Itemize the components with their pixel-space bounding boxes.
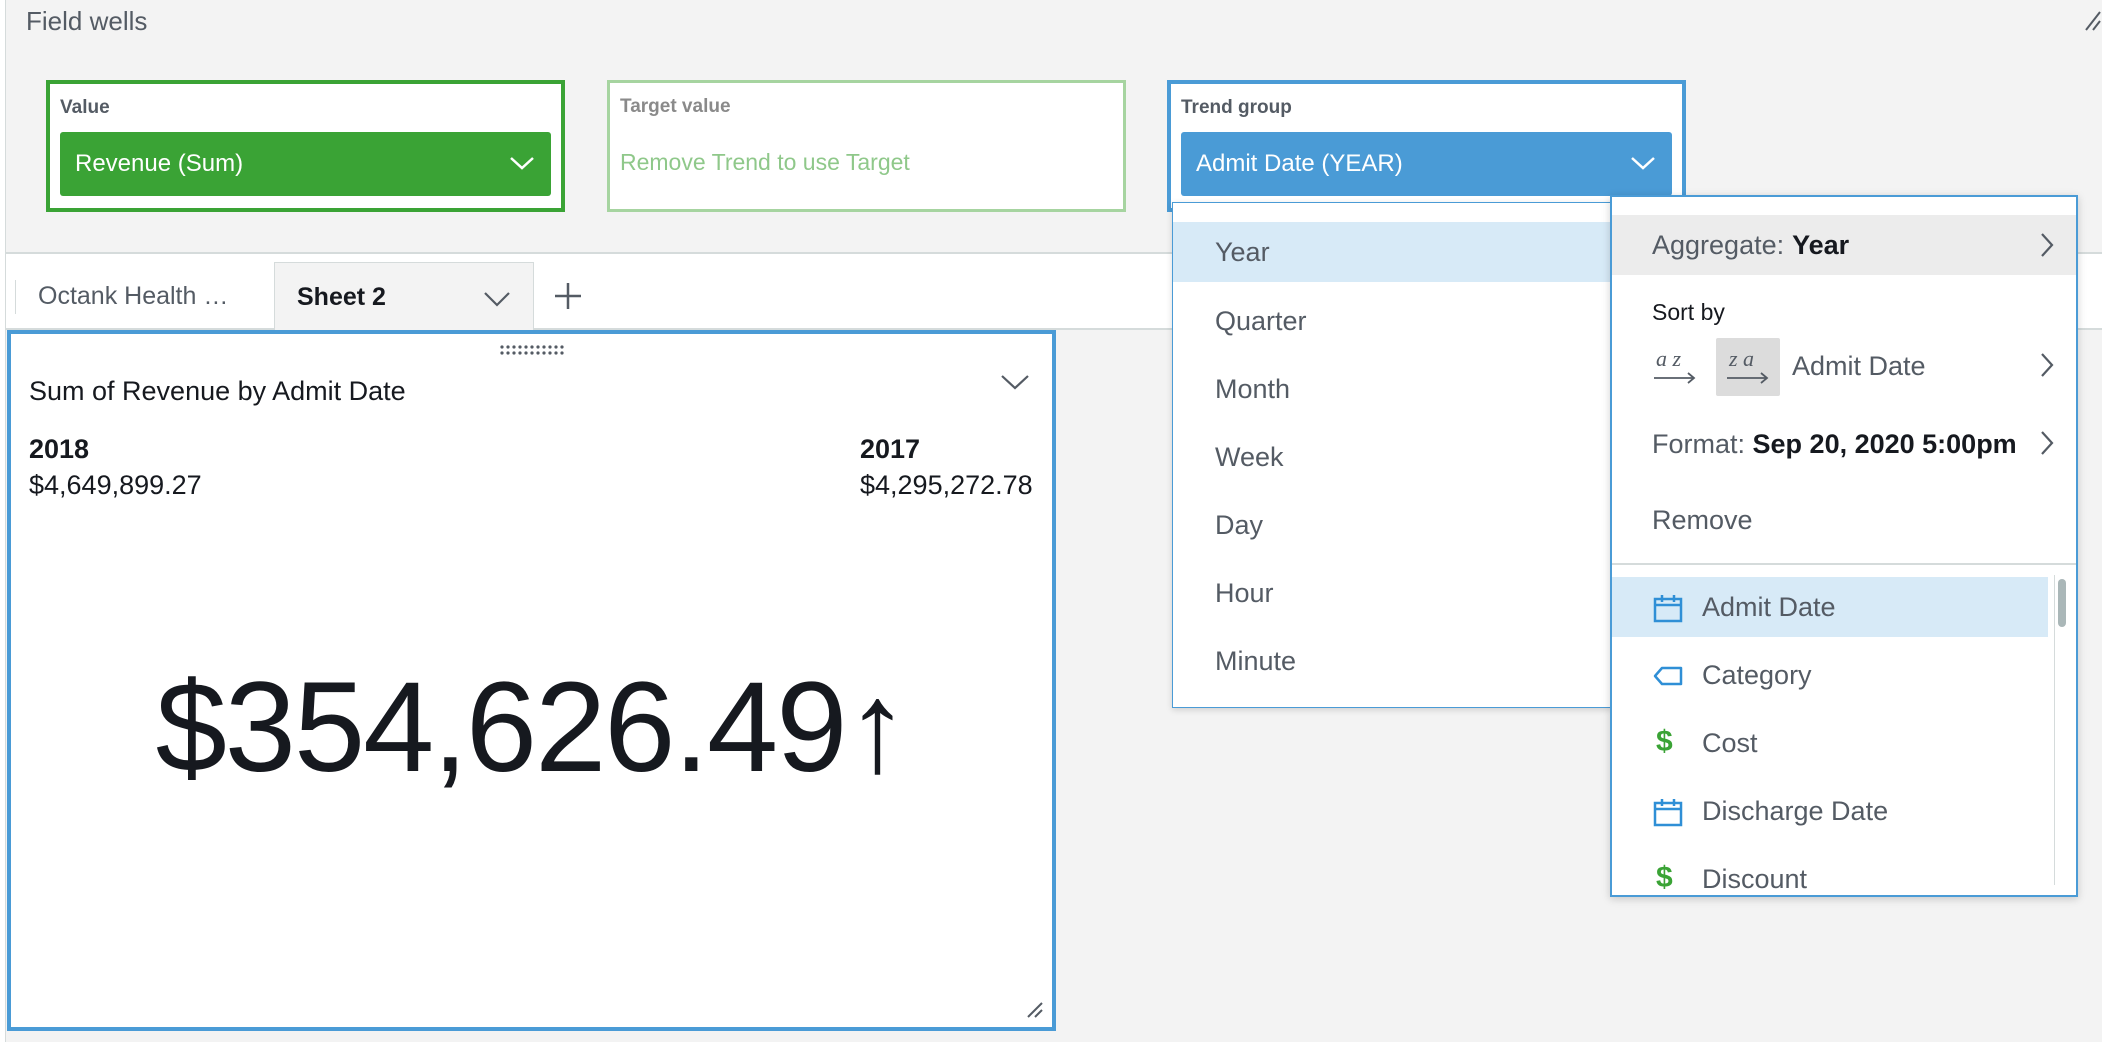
value-well-label: Value <box>60 97 110 118</box>
tab-sheet-2-label: Sheet 2 <box>297 283 386 311</box>
sort-descending-button[interactable]: z a <box>1716 338 1780 396</box>
field-name: Admit Date <box>1702 591 1836 622</box>
field-name: Discount <box>1702 863 1808 894</box>
target-value-well: Target value Remove Trend to use Target <box>607 80 1126 212</box>
chevron-right-icon <box>2041 233 2054 257</box>
format-value: Sep 20, 2020 5:00pm <box>1752 429 2017 459</box>
field-list-scrollbar[interactable] <box>2054 575 2068 885</box>
field-item-discount[interactable]: $ Discount <box>1612 849 2048 893</box>
granularity-option-minute[interactable]: Minute <box>1173 631 1613 691</box>
previous-period-year: 2017 <box>860 434 921 464</box>
add-sheet-icon[interactable] <box>552 280 584 312</box>
tab-octank-health[interactable]: Octank Health … <box>38 282 228 311</box>
target-well-label: Target value <box>620 96 731 117</box>
tag-icon <box>1653 666 1683 686</box>
tab-sheet-2[interactable]: Sheet 2 <box>274 262 534 330</box>
value-field-label: Revenue (Sum) <box>75 150 244 177</box>
dollar-icon: $ <box>1656 725 1673 758</box>
field-list: Admit Date Category $ Cost Discharge Dat… <box>1612 565 2076 893</box>
field-item-discharge-date[interactable]: Discharge Date <box>1612 781 2048 841</box>
visual-title: Sum of Revenue by Admit Date <box>29 376 406 406</box>
chevron-down-icon[interactable] <box>483 290 511 308</box>
field-item-admit-date[interactable]: Admit Date <box>1612 577 2048 637</box>
field-item-cost[interactable]: $ Cost <box>1612 713 2048 773</box>
dollar-icon: $ <box>1656 861 1673 893</box>
chevron-down-icon[interactable] <box>509 154 535 172</box>
granularity-option-year[interactable]: Year <box>1173 222 1613 282</box>
chevron-down-icon[interactable] <box>1000 372 1030 392</box>
calendar-icon <box>1653 595 1683 623</box>
date-granularity-menu: Year Quarter Month Week Day Hour Minute <box>1172 202 1613 708</box>
value-field-pill[interactable]: Revenue (Sum) <box>60 132 551 196</box>
left-edge <box>0 0 6 1042</box>
aggregate-menu-item[interactable]: Aggregate: Year <box>1612 215 2076 275</box>
value-well: Value Revenue (Sum) <box>46 80 565 212</box>
field-name: Discharge Date <box>1702 795 1889 826</box>
granularity-option-quarter[interactable]: Quarter <box>1173 291 1613 351</box>
format-label: Format: <box>1652 429 1746 459</box>
chevron-right-icon <box>2041 431 2054 455</box>
scrollbar-thumb[interactable] <box>2058 579 2066 627</box>
current-period-year: 2018 <box>29 434 90 464</box>
kpi-difference-value: $354,626.49↑ <box>155 656 910 799</box>
trend-field-pill[interactable]: Admit Date (YEAR) <box>1181 132 1672 196</box>
tab-separator <box>15 280 16 314</box>
granularity-option-week[interactable]: Week <box>1173 427 1613 487</box>
target-placeholder: Remove Trend to use Target <box>620 149 910 175</box>
field-name: Category <box>1702 659 1812 690</box>
granularity-option-month[interactable]: Month <box>1173 359 1613 419</box>
granularity-option-hour[interactable]: Hour <box>1173 563 1613 623</box>
format-menu-item[interactable]: Format: Sep 20, 2020 5:00pm <box>1652 429 2017 460</box>
sort-by-label: Sort by <box>1652 299 1725 325</box>
sort-descending-icon: z a <box>1727 346 1769 384</box>
trend-well-label: Trend group <box>1181 97 1292 118</box>
sort-za-text: z a <box>1728 346 1754 371</box>
collapse-icon[interactable] <box>2082 8 2102 34</box>
remove-menu-item[interactable]: Remove <box>1652 505 1753 536</box>
chevron-down-icon[interactable] <box>1630 154 1656 172</box>
calendar-icon <box>1653 799 1683 827</box>
sort-field-label[interactable]: Admit Date <box>1792 351 1926 382</box>
previous-period-value: $4,295,272.78 <box>860 470 1033 500</box>
field-item-category[interactable]: Category <box>1612 645 2048 705</box>
field-wells-title: Field wells <box>26 6 148 36</box>
trend-group-well: Trend group Admit Date (YEAR) <box>1167 80 1686 212</box>
drag-handle-icon[interactable] <box>500 344 564 356</box>
aggregate-label: Aggregate: <box>1652 229 1785 260</box>
trend-field-label: Admit Date (YEAR) <box>1196 150 1403 177</box>
aggregate-value: Year <box>1792 229 1850 260</box>
granularity-option-day[interactable]: Day <box>1173 495 1613 555</box>
kpi-visual[interactable]: Sum of Revenue by Admit Date 2018 $4,649… <box>7 330 1056 1031</box>
chevron-right-icon[interactable] <box>2040 352 2054 378</box>
resize-handle-icon[interactable] <box>1024 999 1044 1019</box>
field-name: Cost <box>1702 727 1758 758</box>
sort-ascending-icon[interactable]: a z <box>1652 342 1702 392</box>
field-options-menu: Aggregate: Year Sort by a z z a Admit Da… <box>1610 195 2078 897</box>
sort-az-text: a z <box>1656 346 1682 371</box>
current-period-value: $4,649,899.27 <box>29 470 202 500</box>
